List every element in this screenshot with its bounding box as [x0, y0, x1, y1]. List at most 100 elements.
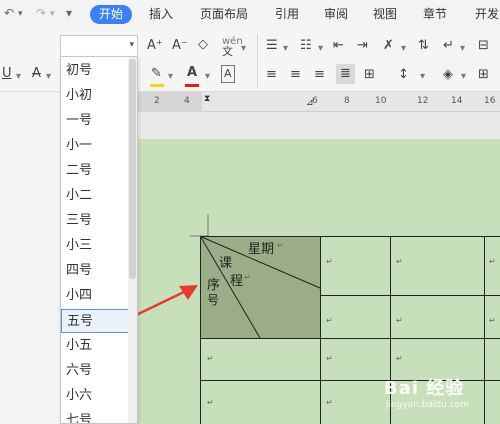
paragraph-mark: ↵: [277, 241, 284, 250]
numbered-list-icon[interactable]: ☷: [300, 38, 312, 54]
font-size-option[interactable]: 小五: [61, 334, 129, 358]
font-color-icon[interactable]: A: [187, 65, 197, 81]
font-size-option[interactable]: 小初: [61, 84, 129, 108]
tab-home[interactable]: 开始: [90, 5, 133, 24]
align-left-icon[interactable]: ≡: [266, 67, 277, 83]
redo-icon[interactable]: ↷: [36, 6, 46, 20]
paragraph-mark: ↵: [244, 273, 251, 282]
paragraph-mark: ↵: [396, 354, 403, 363]
tab-stops-icon[interactable]: ⊟: [478, 38, 489, 54]
undo-dropdown-icon[interactable]: ▾: [18, 9, 23, 19]
font-size-option-selected[interactable]: 五号: [61, 309, 129, 333]
bullet-list-icon[interactable]: ☰: [266, 38, 278, 54]
grow-font-icon[interactable]: A⁺: [147, 38, 163, 54]
shrink-font-icon[interactable]: A⁻: [172, 38, 188, 54]
dropdown-scrollbar-thumb[interactable]: [129, 59, 136, 279]
text-direction-icon[interactable]: ✗: [383, 38, 394, 54]
margin-corner-mark: [190, 214, 209, 237]
header-seq-label-2: 号: [207, 293, 220, 307]
redo-dropdown-icon[interactable]: ▾: [50, 9, 55, 19]
font-size-option[interactable]: 六号: [61, 359, 129, 383]
paragraph-mark: ↵: [489, 257, 496, 266]
font-color-bar: [185, 84, 199, 87]
paragraph-mark: ↵: [326, 257, 333, 266]
tab-view[interactable]: 视图: [373, 5, 397, 24]
shading-dropdown-icon[interactable]: ▾: [461, 69, 466, 85]
ruler-number: 8: [344, 96, 350, 106]
table-column-marker-icon[interactable]: ⊿: [306, 98, 314, 108]
line-spacing-icon[interactable]: ↕: [398, 67, 409, 83]
header-weekday-label: 星期: [248, 242, 275, 257]
strikethrough-dropdown-icon[interactable]: ▾: [46, 69, 51, 85]
font-size-dropdown[interactable]: 初号 小初 一号 小一 二号 小二 三号 小三 四号 小四 五号 小五 六号 小…: [60, 56, 138, 424]
font-size-option[interactable]: 二号: [61, 159, 129, 183]
ruler-number: 10: [375, 96, 387, 106]
ruler-number: 2: [154, 96, 160, 106]
align-center-icon[interactable]: ≡: [290, 67, 301, 83]
tab-section[interactable]: 章节: [423, 5, 447, 24]
paragraph-mark: ↵: [396, 316, 403, 325]
paragraph-mark: ↵: [207, 398, 214, 407]
numbered-list-dropdown-icon[interactable]: ▾: [318, 41, 323, 57]
char-border-icon[interactable]: A: [221, 65, 235, 83]
distributed-align-icon[interactable]: ⊞: [364, 67, 375, 83]
line-spacing-dropdown-icon[interactable]: ▾: [420, 69, 425, 85]
menu-bar: ↶ ▾ ↷ ▾ ▾ 开始 插入 页面布局 引用 审阅 视图 章节 开发: [0, 0, 500, 28]
font-size-option[interactable]: 四号: [61, 259, 129, 283]
paragraph-mark: ↵: [489, 316, 496, 325]
ruler-number: 12: [417, 96, 429, 106]
tab-review[interactable]: 审阅: [324, 5, 348, 24]
paragraph-mark: ↵: [326, 354, 333, 363]
font-size-option[interactable]: 三号: [61, 209, 129, 233]
tab-insert[interactable]: 插入: [149, 5, 173, 24]
borders-icon[interactable]: ⊞: [478, 67, 489, 83]
tab-references[interactable]: 引用: [275, 5, 299, 24]
undo-icon[interactable]: ↶: [4, 6, 14, 20]
font-color-dropdown-icon[interactable]: ▾: [205, 69, 210, 85]
ribbon-divider: [257, 34, 258, 88]
font-size-option[interactable]: 初号: [61, 59, 129, 83]
font-size-option[interactable]: 小三: [61, 234, 129, 258]
strikethrough-icon[interactable]: A: [32, 66, 41, 82]
bullet-list-dropdown-icon[interactable]: ▾: [283, 41, 288, 57]
pinyin-guide-char: 文: [222, 45, 233, 58]
underline-dropdown-icon[interactable]: ▾: [16, 69, 21, 85]
indent-marker-icon[interactable]: ⧗: [204, 94, 210, 104]
customize-toolbar-icon[interactable]: ▾: [66, 6, 72, 20]
align-right-icon[interactable]: ≡: [314, 67, 325, 83]
sort-icon[interactable]: ⇅: [418, 38, 429, 54]
header-course-label-2: 程: [230, 274, 244, 289]
highlight-color-bar: [150, 84, 164, 87]
show-marks-icon[interactable]: ↵: [443, 38, 454, 54]
increase-indent-icon[interactable]: ⇥: [357, 38, 368, 54]
ruler-number: 4: [184, 96, 190, 106]
watermark-url: jingyan.baidu.com: [386, 400, 470, 410]
horizontal-ruler[interactable]: 2 4 6 8 10 12 14 16 ⧗ ⊿: [138, 92, 500, 112]
watermark-text: Bai 经验: [384, 378, 465, 399]
tab-developer[interactable]: 开发: [475, 5, 499, 24]
shading-icon[interactable]: ◈: [443, 67, 453, 83]
font-size-option[interactable]: 小一: [61, 134, 129, 158]
highlight-icon[interactable]: ✎: [151, 66, 162, 82]
align-justify-icon[interactable]: ≣: [336, 64, 355, 84]
clear-format-icon[interactable]: ◇: [198, 37, 208, 53]
dropdown-scrollbar[interactable]: [128, 57, 137, 423]
highlight-dropdown-icon[interactable]: ▾: [168, 69, 173, 85]
font-size-option[interactable]: 小六: [61, 384, 129, 408]
font-size-input[interactable]: ▾: [60, 35, 138, 57]
font-size-option[interactable]: 七号: [61, 409, 129, 423]
font-size-option[interactable]: 一号: [61, 109, 129, 133]
font-size-option[interactable]: 小二: [61, 184, 129, 208]
pinyin-dropdown-icon[interactable]: ▾: [241, 41, 246, 57]
paragraph-mark: ↵: [326, 316, 333, 325]
font-size-option[interactable]: 小四: [61, 284, 129, 308]
show-marks-dropdown-icon[interactable]: ▾: [460, 41, 465, 57]
chevron-down-icon[interactable]: ▾: [129, 40, 134, 50]
tab-page-layout[interactable]: 页面布局: [200, 5, 248, 24]
text-direction-dropdown-icon[interactable]: ▾: [401, 41, 406, 57]
ruler-margin: [138, 92, 202, 112]
decrease-indent-icon[interactable]: ⇤: [333, 38, 344, 54]
page-gap: [138, 112, 500, 139]
ruler-number: 14: [451, 96, 463, 106]
underline-icon[interactable]: U: [2, 66, 12, 82]
